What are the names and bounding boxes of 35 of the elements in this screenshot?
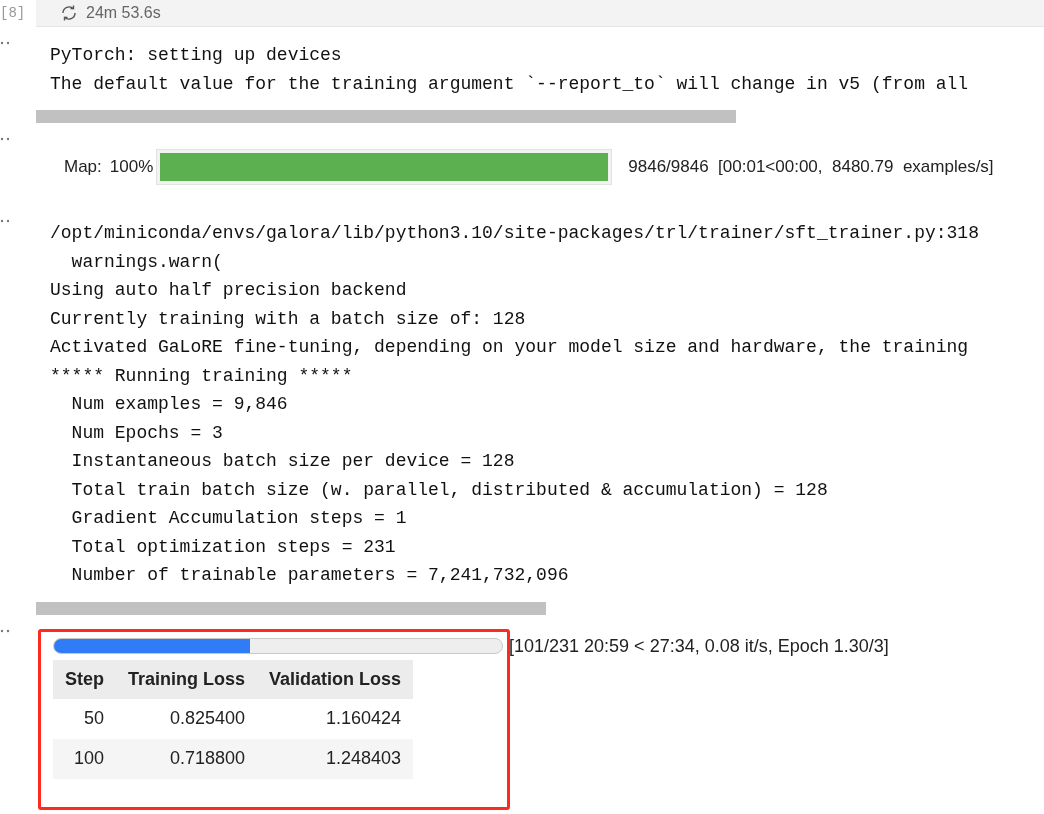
output-line: Num Epochs = 3 [70, 421, 223, 445]
output-line: Using auto half precision backend [50, 279, 407, 302]
output-line: Total train batch size (w. parallel, distributed & accumulation) = 128 [70, 478, 828, 502]
table-cell: 0.825400 [116, 698, 258, 739]
output-line: Total optimization steps = 231 [70, 535, 396, 559]
output-line: Currently training with a batch size of: 128 [50, 307, 526, 331]
output-menu-icon[interactable] [0, 628, 12, 633]
output-menu-icon[interactable] [0, 137, 12, 141]
output-line: /opt/miniconda/envs/galora/lib/python3.10/site-packages/trl/trainer/sft_trainer.py:318 [50, 222, 979, 245]
output-menu-icon[interactable] [0, 41, 12, 45]
output-line: ***** Running training ***** [50, 364, 353, 388]
table-cell: 50 [53, 698, 116, 739]
output-line: warnings.warn( [70, 250, 223, 274]
refresh-icon [60, 4, 78, 22]
output-line: Instantaneous batch size per device = 128 [70, 450, 515, 473]
table-cell: 1.248403 [257, 738, 414, 779]
table-cell: 0.718800 [116, 738, 258, 779]
column-header: Validation Loss [257, 659, 414, 699]
output-line: Activated GaLoRE fine-tuning, depending on your model size and hardware, the training [50, 336, 969, 359]
execution-count: [8] [0, 4, 27, 23]
table-cell: 1.160424 [257, 698, 414, 739]
progress-label: Map: [64, 156, 102, 179]
cell-duration: 24m 53.6s [86, 3, 161, 23]
output-line: The default value for the training argument `--report_to` will change in v5 (from all [50, 72, 969, 96]
progress-status: 9846/9846 [00:01<00:00, 8480.79 examples/s] [628, 156, 994, 179]
table-cell: 100 [53, 738, 116, 779]
column-header: Training Loss [116, 659, 258, 699]
output-menu-icon[interactable] [0, 219, 12, 223]
output-line: Number of trainable parameters = 7,241,732,096 [70, 564, 569, 587]
progress-percent: 100% [109, 156, 154, 179]
progress-status: [101/231 20:59 < 27:34, 0.08 it/s, Epoch 1.30/3] [509, 634, 889, 658]
output-line: Num examples = 9,846 [70, 393, 288, 416]
output-line: Gradient Accumulation steps = 1 [70, 507, 407, 530]
output-line: PyTorch: setting up devices [50, 44, 342, 67]
column-header: Step [53, 659, 116, 699]
